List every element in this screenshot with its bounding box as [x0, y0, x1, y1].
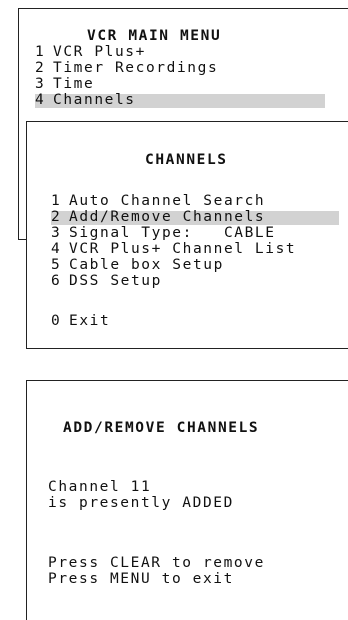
channels-menu-title: CHANNELS: [145, 152, 228, 168]
menu-item-number: 2: [35, 60, 46, 76]
add-remove-title: ADD/REMOVE CHANNELS: [63, 420, 260, 436]
menu-item-number: 4: [51, 241, 62, 257]
channel-number-text: Channel 11: [48, 479, 152, 495]
clear-instruction-text: Press CLEAR to remove: [48, 555, 265, 571]
menu-item-number: 3: [35, 76, 46, 92]
menu-item-dss-setup[interactable]: 6 DSS Setup: [51, 273, 348, 289]
menu-item-time[interactable]: 3 Time: [35, 76, 335, 92]
menu-item-vcr-plus-channel-list[interactable]: 4 VCR Plus+ Channel List: [51, 241, 348, 257]
menu-item-label: Channels: [53, 92, 136, 108]
menu-item-signal-type[interactable]: 3 Signal Type: CABLE: [51, 225, 348, 241]
menu-item-label: Add/Remove Channels: [69, 209, 266, 225]
menu-item-cable-box-setup[interactable]: 5 Cable box Setup: [51, 257, 348, 273]
add-remove-channels-screen: ADD/REMOVE CHANNELS Channel 11 is presen…: [26, 380, 348, 620]
menu-item-label: Cable box Setup: [69, 257, 224, 273]
menu-item-label: Time: [53, 76, 95, 92]
menu-item-number: 2: [51, 209, 62, 225]
menu-item-label: Auto Channel Search: [69, 193, 266, 209]
menu-item-vcr-plus[interactable]: 1 VCR Plus+: [35, 44, 335, 60]
menu-item-label: Timer Recordings: [53, 60, 219, 76]
channels-menu-screen: CHANNELS 1 Auto Channel Search 2 Add/Rem…: [26, 121, 348, 349]
menu-item-add-remove-channels[interactable]: 2 Add/Remove Channels: [51, 209, 339, 225]
channel-status-text: is presently ADDED: [48, 495, 234, 511]
menu-item-auto-channel-search[interactable]: 1 Auto Channel Search: [51, 193, 348, 209]
menu-item-timer-recordings[interactable]: 2 Timer Recordings: [35, 60, 335, 76]
menu-item-label: VCR Plus+: [53, 44, 146, 60]
menu-item-label: VCR Plus+ Channel List: [69, 241, 297, 257]
menu-item-number: 1: [35, 44, 46, 60]
menu-item-number: 0: [51, 313, 62, 329]
menu-item-number: 5: [51, 257, 62, 273]
menu-item-channels[interactable]: 4 Channels: [35, 92, 325, 108]
menu-item-label: Exit: [69, 313, 111, 329]
main-menu-title: VCR MAIN MENU: [87, 28, 222, 44]
menu-item-label: DSS Setup: [69, 273, 162, 289]
menu-item-number: 6: [51, 273, 62, 289]
menu-item-number: 4: [35, 92, 46, 108]
menu-item-label: Signal Type: CABLE: [69, 225, 276, 241]
menu-item-number: 1: [51, 193, 62, 209]
menu-item-number: 3: [51, 225, 62, 241]
menu-item-exit[interactable]: 0 Exit: [51, 313, 171, 329]
menu-instruction-text: Press MENU to exit: [48, 571, 234, 587]
